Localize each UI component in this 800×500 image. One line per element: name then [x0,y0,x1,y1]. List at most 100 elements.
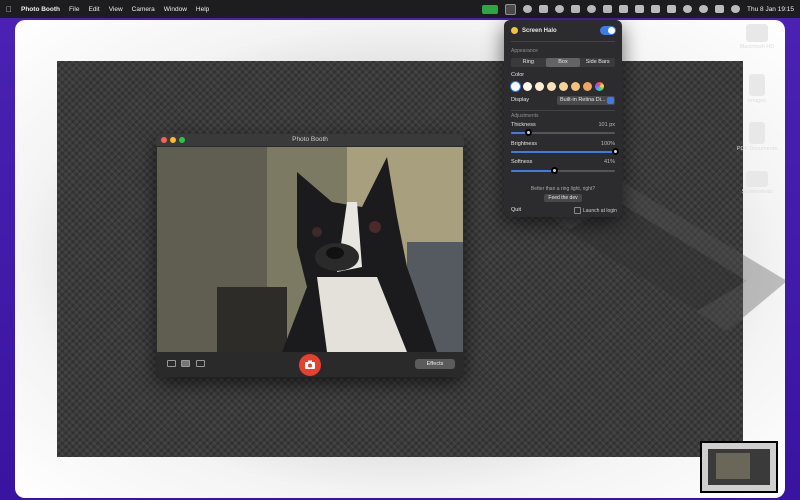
status-icon-4[interactable] [571,5,581,13]
menu-help[interactable]: Help [196,6,209,13]
status-icon-6[interactable] [603,5,613,13]
window-title: Photo Booth [292,136,328,143]
desktop-icon-macintosh-hd[interactable]: Macintosh HD [727,24,787,50]
folder-icon [749,74,765,96]
adjustments-label: Adjustments [511,113,539,119]
desktop-icon-label: PDF Documents [736,146,778,152]
slider-thumb[interactable] [612,148,619,155]
status-icon-9[interactable] [651,5,661,13]
menu-window[interactable]: Window [164,6,187,13]
softness-value: 41% [603,159,615,165]
menu-camera[interactable]: Camera [132,6,155,13]
single-photo-icon[interactable] [181,360,190,367]
color-label: Color [511,72,525,78]
appearance-segmented-control: Ring Box Side Bars [511,58,615,67]
status-icon-2[interactable] [539,5,549,13]
segment-box[interactable]: Box [545,58,581,67]
swatch-white[interactable] [511,82,520,91]
softness-label: Softness [511,159,533,165]
photo-booth-window: Photo Booth Effects [156,134,464,377]
appearance-label: Appearance [511,48,538,54]
enable-toggle[interactable] [600,26,616,35]
desktop-icon-label: Images [747,98,767,104]
desktop-icon-label: Macintosh HD [739,44,775,50]
screen:  Photo Booth File Edit View Camera Wind… [0,0,800,500]
window-title-bar[interactable]: Photo Booth [156,134,464,146]
pdf-icon [749,122,765,144]
color-swatches [511,82,604,91]
thickness-slider[interactable] [511,129,615,136]
custom-color-picker-icon[interactable] [595,82,604,91]
status-icon-7[interactable] [619,5,629,13]
quit-button[interactable]: Quit [511,207,521,213]
desktop-icon-label: Screenshots [741,189,773,195]
slider-thumb[interactable] [550,167,558,174]
feed-the-dev-button[interactable]: Feed the dev [544,194,582,202]
segment-side-bars[interactable]: Side Bars [580,58,615,67]
desktop-icon-pdf-documents[interactable]: PDF Documents [727,122,787,152]
drive-icon [746,24,768,42]
apple-menu-icon[interactable]:  [6,5,12,14]
status-icon-1[interactable] [523,5,533,13]
thumbnail-window [716,453,750,479]
segment-ring[interactable]: Ring [511,58,546,67]
brightness-row: Brightness 100% [511,141,615,147]
divider [511,41,615,42]
panel-header: Screen Halo [511,27,557,34]
swatch-warm-3[interactable] [547,82,556,91]
display-select[interactable]: Built-in Retina Di... [557,96,615,105]
desktop-icon-images[interactable]: Images [727,74,787,104]
effects-button[interactable]: Effects [415,359,455,369]
desktop-icon-screenshots[interactable]: Screenshots [727,171,787,195]
panel-title: Screen Halo [522,27,557,34]
screenshot-thumbnail[interactable] [700,441,778,493]
screenshot-icon [746,171,768,187]
search-icon[interactable] [699,5,709,13]
thumbnail-desktop [708,449,770,485]
control-center-icon[interactable] [715,5,725,13]
menu-file[interactable]: File [69,6,79,13]
display-select-value: Built-in Retina Di... [560,97,606,103]
battery-icon[interactable] [667,5,677,13]
camera-in-use-icon[interactable] [482,4,499,14]
grid-view-icon[interactable] [167,360,176,367]
wifi-icon[interactable] [683,5,693,13]
zoom-icon[interactable] [179,137,185,143]
screen-halo-logo-icon [511,27,518,34]
softness-slider[interactable] [511,167,615,174]
menu-app-name[interactable]: Photo Booth [21,6,60,13]
swatch-warm-2[interactable] [535,82,544,91]
swatch-warm-4[interactable] [559,82,568,91]
camera-icon [305,360,315,369]
menu-view[interactable]: View [109,6,123,13]
status-icon-3[interactable] [555,5,565,13]
status-icon-8[interactable] [635,5,645,13]
brightness-slider[interactable] [511,148,619,155]
close-icon[interactable] [161,137,167,143]
dog-photo [157,147,463,352]
camera-preview [157,147,463,352]
brightness-label: Brightness [511,141,537,147]
minimize-icon[interactable] [170,137,176,143]
take-photo-button[interactable] [299,354,321,376]
feed-the-dev-label: Feed the dev [548,195,578,201]
screen-halo-panel: Screen Halo Appearance Ring Box Side Bar… [504,20,622,217]
menu-edit[interactable]: Edit [88,6,99,13]
chevron-updown-icon [607,97,614,104]
menu-bar:  Photo Booth File Edit View Camera Wind… [0,0,800,18]
video-mode-icon[interactable] [196,360,205,367]
swatch-warm-5[interactable] [571,82,580,91]
swatch-warm-1[interactable] [523,82,532,91]
divider [511,110,615,111]
screen-halo-menu-icon[interactable] [505,3,517,15]
launch-at-login-checkbox[interactable]: Launch at login [574,207,617,214]
promo-text: Better than a ring light, right? [530,186,596,192]
user-avatar-icon[interactable] [731,5,741,13]
status-icon-5[interactable] [587,5,597,13]
menu-clock[interactable]: Thu 8 Jan 19:15 [747,6,794,13]
slider-thumb[interactable] [524,129,532,136]
thickness-value: 101 px [598,122,615,128]
swatch-warm-6[interactable] [583,82,592,91]
softness-row: Softness 41% [511,159,615,165]
checkbox-icon [574,207,581,214]
